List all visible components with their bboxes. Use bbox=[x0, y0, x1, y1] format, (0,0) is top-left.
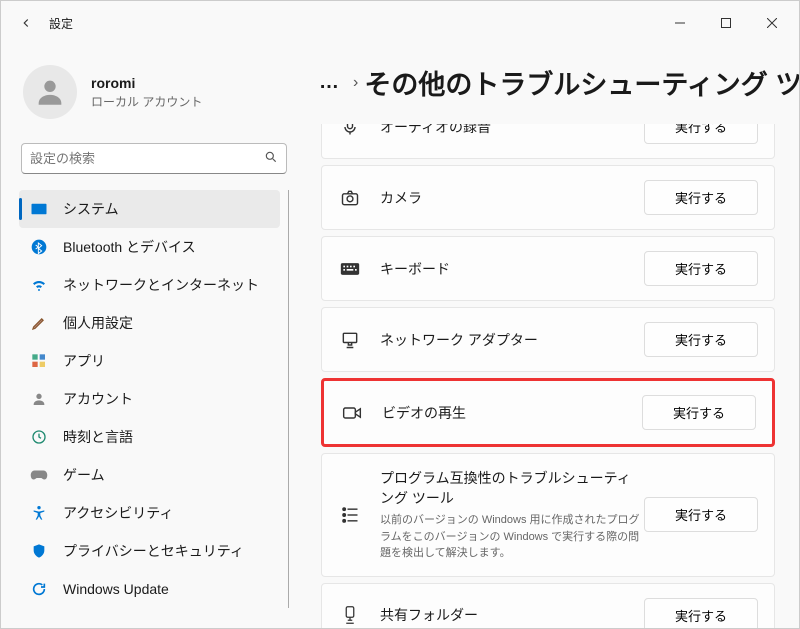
search-box[interactable] bbox=[21, 143, 287, 174]
back-button[interactable] bbox=[11, 8, 41, 38]
network-icon bbox=[29, 275, 49, 295]
card-title: ネットワーク アダプター bbox=[380, 330, 644, 350]
sidebar-item-accessibility[interactable]: アクセシビリティ bbox=[19, 494, 280, 532]
sidebar-item-label: Bluetooth とデバイス bbox=[63, 237, 196, 257]
privacy-icon bbox=[29, 541, 49, 561]
sidebar-item-privacy[interactable]: プライバシーとセキュリティ bbox=[19, 532, 280, 570]
card-audio-recording: オーディオの録音 実行する bbox=[321, 124, 775, 159]
troubleshooter-list: オーディオの録音 実行する カメラ 実行する キーボード 実行する ネットワーク… bbox=[309, 124, 799, 628]
avatar bbox=[23, 65, 77, 119]
minimize-button[interactable] bbox=[657, 7, 703, 39]
sidebar-item-gaming[interactable]: ゲーム bbox=[19, 456, 280, 494]
profile-name: roromi bbox=[91, 75, 202, 91]
sidebar: roromi ローカル アカウント システム Bluetooth とデバイス bbox=[1, 45, 301, 628]
titlebar: 設定 bbox=[1, 1, 799, 45]
sidebar-item-accounts[interactable]: アカウント bbox=[19, 380, 280, 418]
nav-list: システム Bluetooth とデバイス ネットワークとインターネット 個人用設… bbox=[19, 190, 289, 608]
sidebar-item-time[interactable]: 時刻と言語 bbox=[19, 418, 280, 456]
sidebar-item-label: システム bbox=[63, 199, 119, 219]
accounts-icon bbox=[29, 389, 49, 409]
sidebar-item-label: 個人用設定 bbox=[63, 313, 133, 333]
card-network-adapter: ネットワーク アダプター 実行する bbox=[321, 307, 775, 372]
card-title: 共有フォルダー bbox=[380, 605, 644, 625]
sidebar-item-label: アプリ bbox=[63, 351, 105, 371]
breadcrumb: … › その他のトラブルシューティング ツール bbox=[309, 55, 799, 124]
sidebar-item-update[interactable]: Windows Update bbox=[19, 570, 280, 608]
accessibility-icon bbox=[29, 503, 49, 523]
sidebar-item-label: アクセシビリティ bbox=[63, 503, 173, 523]
search-icon bbox=[264, 150, 278, 167]
run-button[interactable]: 実行する bbox=[644, 180, 758, 215]
sidebar-item-personalization[interactable]: 個人用設定 bbox=[19, 304, 280, 342]
camera-icon bbox=[338, 186, 362, 210]
card-title: プログラム互換性のトラブルシューティング ツール bbox=[380, 468, 644, 508]
sidebar-item-system[interactable]: システム bbox=[19, 190, 280, 228]
card-title: カメラ bbox=[380, 188, 644, 208]
update-icon bbox=[29, 579, 49, 599]
sidebar-item-apps[interactable]: アプリ bbox=[19, 342, 280, 380]
bluetooth-icon bbox=[29, 237, 49, 257]
card-shared-folder: 共有フォルダー 実行する bbox=[321, 583, 775, 629]
sidebar-item-label: ネットワークとインターネット bbox=[63, 275, 259, 295]
maximize-button[interactable] bbox=[703, 7, 749, 39]
card-video-playback: ビデオの再生 実行する bbox=[321, 378, 775, 447]
keyboard-icon bbox=[338, 257, 362, 281]
apps-icon bbox=[29, 351, 49, 371]
search-input[interactable] bbox=[30, 151, 264, 166]
compat-icon bbox=[338, 503, 362, 527]
close-button[interactable] bbox=[749, 7, 795, 39]
gaming-icon bbox=[29, 465, 49, 485]
profile-section[interactable]: roromi ローカル アカウント bbox=[19, 49, 289, 137]
main-panel: … › その他のトラブルシューティング ツール オーディオの録音 実行する カメ… bbox=[301, 45, 799, 628]
chevron-right-icon: › bbox=[353, 74, 358, 92]
run-button[interactable]: 実行する bbox=[644, 251, 758, 286]
card-keyboard: キーボード 実行する bbox=[321, 236, 775, 301]
time-icon bbox=[29, 427, 49, 447]
run-button[interactable]: 実行する bbox=[644, 322, 758, 357]
run-button[interactable]: 実行する bbox=[642, 395, 756, 430]
system-icon bbox=[29, 199, 49, 219]
sidebar-item-bluetooth[interactable]: Bluetooth とデバイス bbox=[19, 228, 280, 266]
video-icon bbox=[340, 401, 364, 425]
run-button[interactable]: 実行する bbox=[644, 497, 758, 532]
card-description: 以前のバージョンの Windows 用に作成されたプログラムをこのバージョンの … bbox=[380, 512, 644, 562]
sidebar-item-label: 時刻と言語 bbox=[63, 427, 133, 447]
share-icon bbox=[338, 603, 362, 627]
sidebar-item-label: Windows Update bbox=[63, 581, 169, 597]
adapter-icon bbox=[338, 328, 362, 352]
settings-window: 設定 roromi ローカル アカウント bbox=[0, 0, 800, 629]
sidebar-item-label: アカウント bbox=[63, 389, 133, 409]
content-area: roromi ローカル アカウント システム Bluetooth とデバイス bbox=[1, 45, 799, 628]
card-title: ビデオの再生 bbox=[382, 403, 642, 423]
sidebar-item-network[interactable]: ネットワークとインターネット bbox=[19, 266, 280, 304]
card-camera: カメラ 実行する bbox=[321, 165, 775, 230]
sidebar-item-label: ゲーム bbox=[63, 465, 105, 485]
sidebar-item-label: プライバシーとセキュリティ bbox=[63, 541, 244, 561]
profile-type: ローカル アカウント bbox=[91, 93, 202, 110]
card-title: キーボード bbox=[380, 259, 644, 279]
breadcrumb-ellipsis[interactable]: … bbox=[319, 71, 339, 94]
mic-icon bbox=[338, 124, 362, 139]
window-title: 設定 bbox=[49, 15, 73, 32]
run-button[interactable]: 実行する bbox=[644, 598, 758, 629]
run-button[interactable]: 実行する bbox=[644, 124, 758, 144]
page-title: その他のトラブルシューティング ツール bbox=[364, 63, 799, 102]
card-title: オーディオの録音 bbox=[380, 124, 644, 137]
personalization-icon bbox=[29, 313, 49, 333]
card-program-compatibility: プログラム互換性のトラブルシューティング ツール 以前のバージョンの Windo… bbox=[321, 453, 775, 577]
